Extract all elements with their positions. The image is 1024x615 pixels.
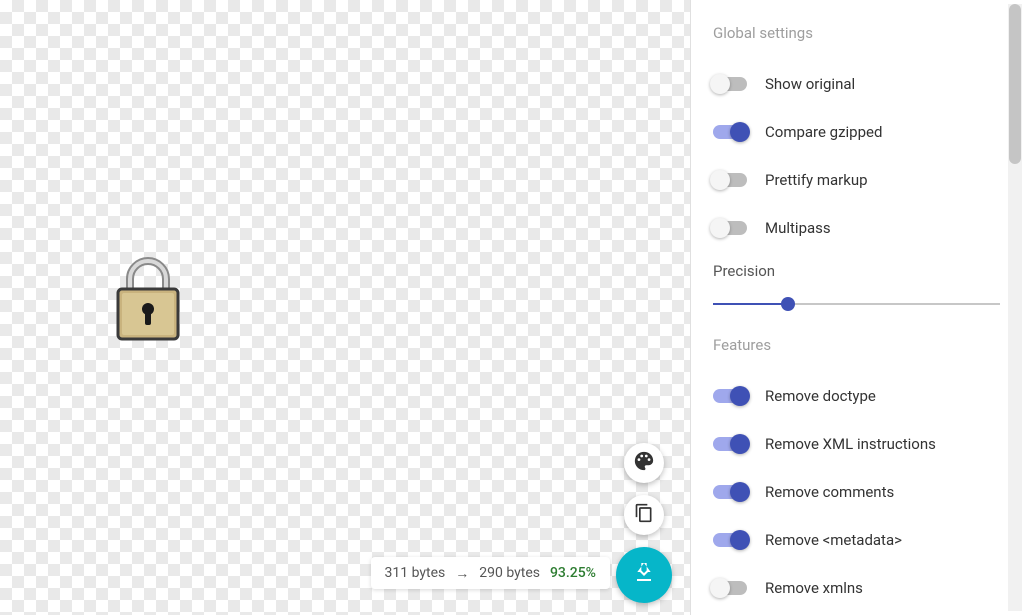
arrow-icon: → bbox=[455, 565, 469, 582]
size-status: 311 bytes → 290 bytes 93.25% bbox=[371, 557, 610, 589]
copy-button[interactable] bbox=[624, 495, 664, 535]
setting-label: Compare gzipped bbox=[765, 123, 882, 141]
preview-canvas[interactable]: 311 bytes → 290 bytes 93.25% bbox=[0, 0, 690, 615]
setting-label: Remove <metadata> bbox=[765, 531, 902, 549]
download-icon bbox=[632, 561, 656, 589]
size-percent: 93.25% bbox=[550, 565, 596, 581]
setting-label: Prettify markup bbox=[765, 171, 868, 189]
preview-image bbox=[112, 255, 184, 347]
section-title-features: Features bbox=[713, 336, 1000, 354]
size-after: 290 bytes bbox=[479, 565, 540, 581]
setting-label: Remove doctype bbox=[765, 387, 876, 405]
toggle-show-original[interactable] bbox=[713, 77, 747, 91]
toggle-compare-gzipped[interactable] bbox=[713, 125, 747, 139]
theme-toggle-button[interactable] bbox=[624, 443, 664, 483]
toggle-remove-xmlns[interactable] bbox=[713, 581, 747, 595]
toggle-multipass[interactable] bbox=[713, 221, 747, 235]
paint-icon bbox=[633, 450, 655, 476]
setting-label: Show original bbox=[765, 75, 855, 93]
setting-label: Remove comments bbox=[765, 483, 894, 501]
setting-remove-xml-instructions: Remove XML instructions bbox=[713, 420, 1000, 468]
precision-label: Precision bbox=[713, 262, 1000, 280]
copy-icon bbox=[634, 503, 654, 527]
toggle-remove-metadata[interactable] bbox=[713, 533, 747, 547]
setting-remove-xmlns: Remove xmlns bbox=[713, 564, 1000, 612]
setting-label: Multipass bbox=[765, 219, 831, 237]
setting-show-original: Show original bbox=[713, 60, 1000, 108]
setting-label: Remove XML instructions bbox=[765, 435, 936, 453]
setting-remove-doctype: Remove doctype bbox=[713, 372, 1000, 420]
toggle-remove-comments[interactable] bbox=[713, 485, 747, 499]
settings-scroll[interactable]: Global settings Show original Compare gz… bbox=[691, 0, 1006, 615]
setting-remove-comments: Remove comments bbox=[713, 468, 1000, 516]
setting-label: Remove xmlns bbox=[765, 579, 863, 597]
toggle-remove-doctype[interactable] bbox=[713, 389, 747, 403]
setting-multipass: Multipass bbox=[713, 204, 1000, 252]
settings-panel: Global settings Show original Compare gz… bbox=[690, 0, 1024, 615]
toggle-prettify-markup[interactable] bbox=[713, 173, 747, 187]
size-before: 311 bytes bbox=[385, 565, 446, 581]
setting-remove-metadata: Remove <metadata> bbox=[713, 516, 1000, 564]
setting-prettify-markup: Prettify markup bbox=[713, 156, 1000, 204]
scrollbar-thumb[interactable] bbox=[1009, 4, 1021, 164]
toggle-remove-xml-instructions[interactable] bbox=[713, 437, 747, 451]
precision-slider[interactable] bbox=[713, 294, 1000, 314]
setting-compare-gzipped: Compare gzipped bbox=[713, 108, 1000, 156]
download-button[interactable] bbox=[616, 547, 672, 603]
section-title-global: Global settings bbox=[713, 24, 1000, 42]
